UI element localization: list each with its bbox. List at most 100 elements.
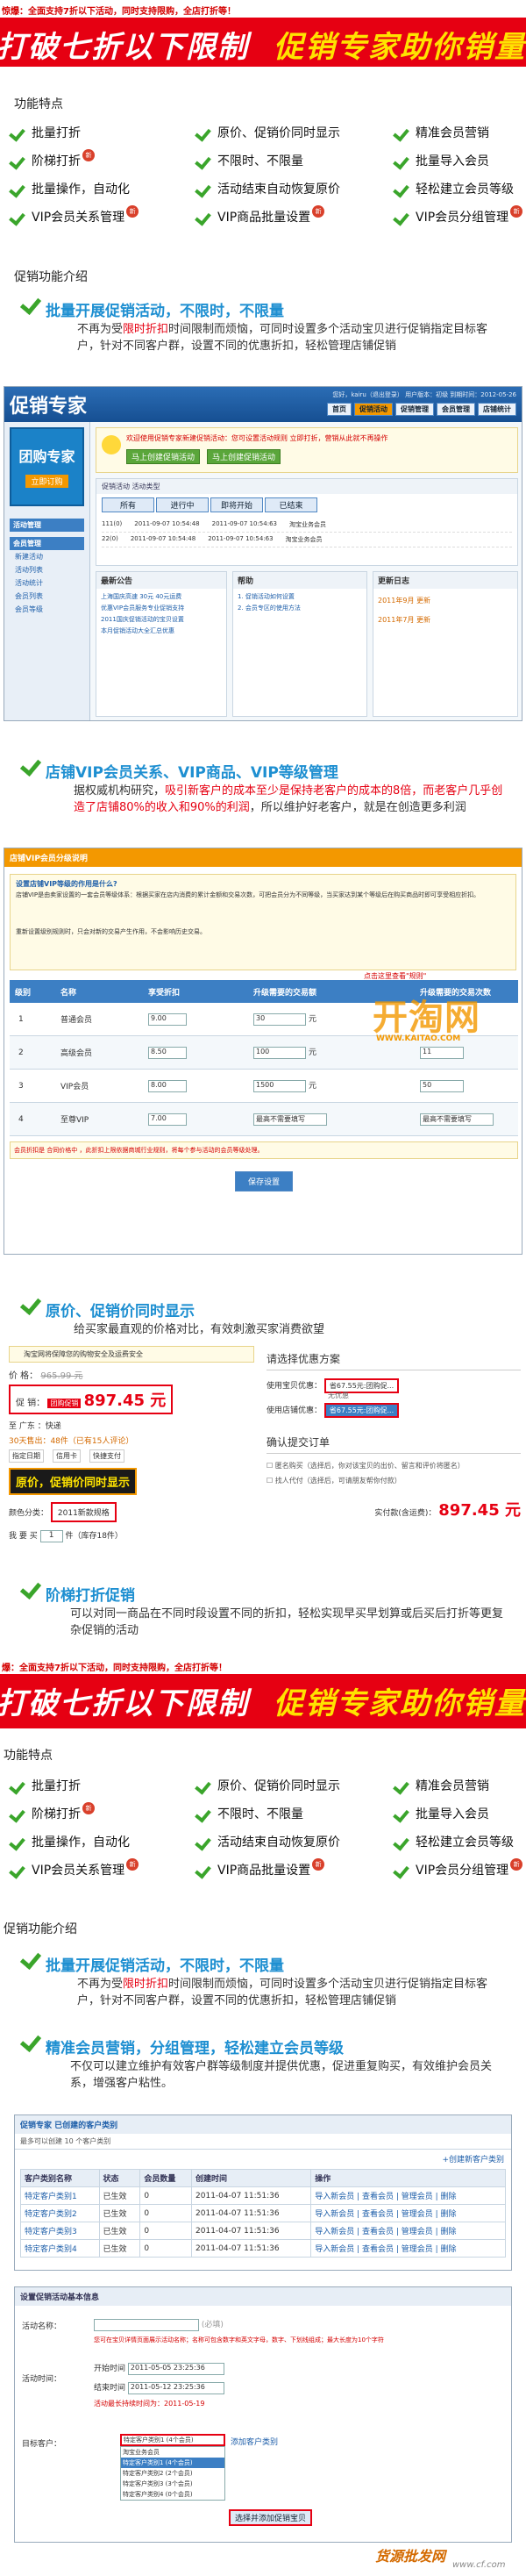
discount-input[interactable]: 8.00 bbox=[148, 1079, 187, 1092]
start-time-input[interactable]: 2011-05-05 23:25:36 bbox=[127, 2362, 224, 2375]
amount-input[interactable]: 1500 bbox=[253, 1079, 306, 1092]
check-icon bbox=[196, 182, 210, 196]
tab-item[interactable]: 促销活动 bbox=[354, 403, 393, 416]
vip-level-row: 3 VIP会员 8.00 1500 元 50 bbox=[10, 1070, 518, 1103]
unit-label: 元 bbox=[309, 1082, 317, 1091]
feature-item: VIP会员关系管理新 bbox=[11, 205, 196, 225]
filter-tab[interactable]: 进行中 bbox=[156, 497, 209, 512]
group-count: 0 bbox=[139, 2239, 193, 2258]
group-name[interactable]: 特定客户类别1 bbox=[20, 2186, 100, 2205]
rules-link[interactable]: 点击这里查看"规则" bbox=[364, 971, 426, 981]
feature-item: 不限时、不限量 bbox=[196, 1806, 394, 1821]
help-item[interactable]: 2. 会员专区的使用方法 bbox=[238, 603, 362, 614]
app-logo: 促销专家 bbox=[10, 396, 88, 418]
filter-tab[interactable]: 所有 bbox=[102, 497, 154, 512]
tab-item[interactable]: 促销管理 bbox=[395, 403, 434, 416]
end-time-input[interactable]: 2011-05-12 23:25:36 bbox=[127, 2381, 224, 2394]
feature-item: 批量操作，自动化 bbox=[11, 181, 196, 197]
activity-end: 2011-09-07 10:54:63 bbox=[211, 520, 277, 527]
group-status: 已生效 bbox=[98, 2204, 141, 2222]
news-item[interactable]: 本月促销活动大全汇总优惠 bbox=[101, 626, 222, 637]
vip-level-id: 3 bbox=[18, 1081, 24, 1091]
sidebar-item[interactable]: 会员等级 bbox=[10, 603, 84, 616]
feature-item: 轻松建立会员等级 bbox=[394, 181, 526, 197]
group-header-cell: 状态 bbox=[98, 2169, 141, 2187]
filter-tab[interactable]: 已结束 bbox=[265, 497, 317, 512]
activity-name-input[interactable] bbox=[94, 2318, 199, 2331]
footer-brand: 货源批发网 bbox=[375, 2548, 446, 2565]
updates-item[interactable]: 2011年7月 更新 bbox=[378, 611, 513, 630]
feature-label: 轻松建立会员等级 bbox=[416, 182, 514, 197]
target-option[interactable]: 特定客户类别2 (2个会员) bbox=[121, 2468, 224, 2479]
discount-input[interactable]: 8.50 bbox=[148, 1046, 187, 1059]
group-header-cell: 创建时间 bbox=[191, 2169, 312, 2187]
amount-input[interactable]: 100 bbox=[253, 1046, 306, 1059]
unit-label: 元 bbox=[309, 1048, 317, 1058]
group-name[interactable]: 特定客户类别2 bbox=[20, 2204, 100, 2222]
features-grid-2: 批量打折 原价、促销价同时显示 精准会员营销 阶梯打折新 不限时、不限量 批量导入会员 批量… bbox=[11, 1778, 526, 1878]
feature-label: 不限时、不限量 bbox=[217, 154, 303, 168]
welcome-alert: 欢迎使用促销专家新建促销活动：您可设置活动规则 立即打折，营销从此就不再操作 马… bbox=[96, 427, 518, 473]
group-op[interactable]: 导入新会员 | 查看会员 | 管理会员 | 删除 bbox=[310, 2239, 506, 2258]
feature-label: 精准会员营销 bbox=[416, 1779, 489, 1793]
group-name[interactable]: 特定客户类别3 bbox=[20, 2222, 100, 2240]
save-settings-button[interactable]: 保存设置 bbox=[234, 1171, 293, 1191]
feature-label: VIP商品批量设置 bbox=[217, 211, 311, 225]
discount-input[interactable]: 7.00 bbox=[148, 1113, 187, 1126]
activity-row[interactable]: 22(0) 2011-09-07 10:54:48 2011-09-07 10:54… bbox=[102, 533, 512, 547]
select-items-button[interactable]: 选择并添加促销宝贝 bbox=[229, 2509, 313, 2526]
add-group-link[interactable]: 添加客户类别 bbox=[231, 2436, 278, 2447]
count-input[interactable]: 11 bbox=[420, 1046, 464, 1059]
count-input[interactable]: 最高不需要填写 bbox=[420, 1113, 494, 1126]
news-item[interactable]: 2011国庆促销活动的宝贝设置 bbox=[101, 614, 222, 626]
news-item[interactable]: 优惠VIP会员服务专业促销支持 bbox=[101, 603, 222, 614]
group-time: 2011-04-07 11:51:36 bbox=[191, 2239, 312, 2258]
check-icon bbox=[394, 182, 409, 196]
intro1-text: 不再为受限时折扣时间限制而烦恼，可同时设置多个活动宝贝进行促销指定目标客户，针对… bbox=[77, 323, 488, 353]
count-input[interactable]: 50 bbox=[420, 1079, 464, 1092]
color-option[interactable]: 2011新款规格 bbox=[50, 1502, 117, 1522]
feature-label: 批量打折 bbox=[32, 126, 81, 140]
sidebar-item[interactable]: 会员列表 bbox=[10, 590, 84, 603]
sidebar-item[interactable]: 新建活动 bbox=[10, 550, 84, 563]
target-option[interactable]: 淘宝业务会员 bbox=[121, 2447, 224, 2458]
check-icon bbox=[19, 2032, 39, 2051]
features-grid-1: 批量打折 原价、促销价同时显示 精准会员营销 阶梯打折新 不限时、不限量 批量导入会员 批量… bbox=[11, 125, 526, 225]
quantity-input[interactable]: 1 bbox=[39, 1529, 63, 1542]
updates-item[interactable]: 2011年9月 更新 bbox=[378, 591, 513, 611]
news-item[interactable]: 上海国庆高速 30元 40元运费 bbox=[101, 591, 222, 603]
table-row: 特定客户类别1 已生效 0 2011-04-07 11:51:36 导入新会员 | 查看… bbox=[20, 2186, 506, 2205]
amount-input[interactable]: 30 bbox=[253, 1013, 306, 1026]
tab-item[interactable]: 店铺统计 bbox=[478, 403, 516, 416]
group-op[interactable]: 导入新会员 | 查看会员 | 管理会员 | 删除 bbox=[310, 2186, 506, 2205]
target-option[interactable]: 特定客户类别1 (4个会员) bbox=[121, 2458, 224, 2468]
tab-item[interactable]: 会员管理 bbox=[437, 403, 475, 416]
table-row: 特定客户类别3 已生效 0 2011-04-07 11:51:36 导入新会员 | 查看… bbox=[20, 2222, 506, 2240]
group-op[interactable]: 导入新会员 | 查看会员 | 管理会员 | 删除 bbox=[310, 2204, 506, 2222]
tab-item[interactable]: 首页 bbox=[327, 403, 352, 416]
amount-input[interactable]: 最高不需要填写 bbox=[253, 1113, 327, 1126]
sidebar-ad[interactable]: 团购专家 立即订购 bbox=[10, 427, 84, 506]
target-option[interactable]: 特定客户类别4 (0个会员) bbox=[121, 2489, 224, 2500]
create-promo-button[interactable]: 马上创建促销活动 bbox=[126, 449, 201, 464]
create-group-button[interactable]: +创建新客户类别 bbox=[442, 2153, 504, 2165]
shop-discount-select[interactable]: 省67.55元:团购促... bbox=[323, 1403, 400, 1418]
feature-label: 活动结束自动恢复原价 bbox=[217, 182, 340, 197]
group-op[interactable]: 导入新会员 | 查看会员 | 管理会员 | 删除 bbox=[310, 2222, 506, 2240]
filter-tab[interactable]: 即将开始 bbox=[210, 497, 263, 512]
help-item[interactable]: 1. 促销活动如何设置 bbox=[238, 591, 362, 603]
create-promo-button-2[interactable]: 马上创建促销活动 bbox=[207, 449, 281, 464]
activity-row[interactable]: 111(0) 2011-09-07 10:54:48 2011-09-07 10:5… bbox=[102, 518, 512, 533]
feature-label: VIP商品批量设置 bbox=[217, 1864, 311, 1878]
target-option[interactable]: 特定客户类别3 (3个会员) bbox=[121, 2479, 224, 2489]
check-icon bbox=[196, 1863, 210, 1877]
sidebar-item[interactable]: 活动列表 bbox=[10, 563, 84, 576]
banner-right-text: 促销专家助你销量大增 bbox=[274, 1686, 526, 1721]
checkout-demo: 请选择优惠方案 使用宝贝优惠： 省67.55元:团购促... 无优惠 使用店铺优… bbox=[267, 1353, 521, 1520]
check-icon bbox=[196, 125, 210, 140]
sidebar-item[interactable]: 活动统计 bbox=[10, 576, 84, 590]
group-name[interactable]: 特定客户类别4 bbox=[20, 2239, 100, 2258]
target-customer-select[interactable]: 特定客户类别1 (4个会员) bbox=[120, 2434, 225, 2446]
discount-input[interactable]: 9.00 bbox=[148, 1013, 187, 1026]
top-notice: 惊爆：全面支持7折以下活动，同时支持限购，全店打折等！ bbox=[0, 0, 526, 18]
